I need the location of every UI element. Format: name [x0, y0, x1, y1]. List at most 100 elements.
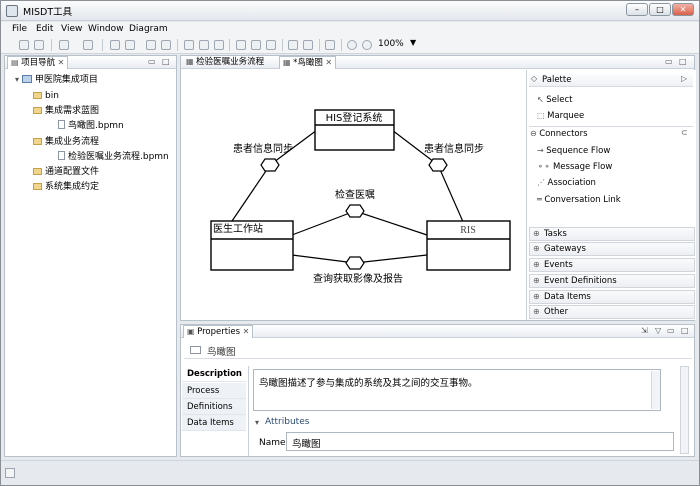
properties-scrollbar[interactable] — [680, 366, 689, 454]
description-textarea[interactable]: 鸟瞰图描述了参与集成的系统及其之间的交互事物。 — [253, 369, 661, 411]
minimize-view-icon[interactable]: ▭ — [148, 57, 156, 66]
editor-tab-bar: ▦ 检验医嘱业务流程 ▦ *鸟瞰图 ✕ ▭ □ — [181, 56, 694, 69]
conversation-node[interactable] — [345, 256, 365, 270]
edge-doctor-ris-bottom[interactable] — [291, 254, 356, 264]
node-label-ris: RIS — [460, 225, 476, 236]
navigator-icon: ▤ — [11, 58, 22, 67]
palette-tool-conversation-link[interactable]: ═ Conversation Link — [537, 194, 621, 206]
close-icon[interactable]: ✕ — [55, 58, 65, 67]
menu-window[interactable]: Window — [88, 24, 124, 34]
drawer-pin-icon[interactable]: ⊂ — [681, 128, 688, 137]
conversation-node[interactable] — [428, 158, 448, 172]
cut-icon[interactable] — [110, 40, 120, 50]
palette-tool-marquee[interactable]: ⬚ Marquee — [537, 110, 584, 122]
menu-diagram[interactable]: Diagram — [129, 24, 168, 34]
tree-item-processes[interactable]: 集成业务流程 — [33, 136, 99, 148]
delete-icon[interactable] — [161, 40, 171, 50]
palette-icon: ◇ — [531, 74, 538, 83]
edge-doctor-ris-top[interactable] — [291, 210, 356, 236]
palette-drawer-other[interactable]: ⊕ Other — [529, 305, 695, 319]
tree-item-order-process-bpmn[interactable]: 检验医嘱业务流程.bpmn — [58, 151, 169, 163]
tab-overview[interactable]: ▦ *鸟瞰图 ✕ — [279, 56, 337, 69]
pin-icon[interactable]: ⇲ — [641, 326, 648, 335]
tree-item-project[interactable]: ▾ 甲医院集成项目 — [15, 74, 98, 86]
toolbar-separator — [341, 39, 342, 51]
palette-tool-select[interactable]: ↖ Select — [537, 94, 572, 106]
tab-order-process[interactable]: ▦ 检验医嘱业务流程 — [183, 56, 267, 69]
palette-drawer-tasks[interactable]: ⊕ Tasks — [529, 227, 695, 241]
minimize-view-icon[interactable]: ▭ — [665, 57, 673, 66]
properties-tab-description[interactable]: Description — [182, 366, 246, 382]
attributes-collapse-icon[interactable]: ▾ — [255, 418, 259, 427]
align-middle-icon[interactable] — [251, 40, 261, 50]
edge-label-top: 检查医嘱 — [335, 188, 375, 201]
description-scrollbar[interactable] — [651, 371, 660, 409]
zoom-in-icon[interactable] — [362, 40, 372, 50]
layout-icon[interactable] — [325, 40, 335, 50]
menu-edit[interactable]: Edit — [36, 24, 53, 34]
tree-item-bin[interactable]: bin — [33, 90, 59, 102]
align-right-icon[interactable] — [214, 40, 224, 50]
edge-his-doctor[interactable] — [229, 164, 271, 225]
align-left-icon[interactable] — [184, 40, 194, 50]
conversation-node[interactable] — [260, 158, 280, 172]
zoom-dropdown-icon[interactable]: ▼ — [410, 38, 416, 47]
folder-icon — [33, 138, 42, 145]
collapse-icon[interactable]: ▾ — [15, 75, 19, 84]
redo-icon[interactable] — [83, 40, 93, 50]
maximize-view-icon[interactable]: □ — [162, 57, 170, 66]
maximize-view-icon[interactable]: □ — [679, 57, 687, 66]
tree-item-requirements[interactable]: 集成需求蓝图 — [33, 105, 99, 117]
align-top-icon[interactable] — [236, 40, 246, 50]
palette-tool-message-flow[interactable]: ⚬⚬ Message Flow — [537, 161, 612, 173]
tab-properties[interactable]: ▣ Properties ✕ — [183, 325, 254, 338]
properties-tab-process[interactable]: Process — [182, 383, 246, 399]
edge-doctor-ris-top[interactable] — [354, 210, 428, 236]
close-button[interactable]: ✕ — [672, 3, 694, 16]
close-icon[interactable]: ✕ — [240, 327, 250, 336]
association-icon: ⋰ — [537, 178, 548, 187]
palette-tool-sequence-flow[interactable]: → Sequence Flow — [537, 145, 610, 157]
palette-drawer-event-definitions[interactable]: ⊕ Event Definitions — [529, 274, 695, 288]
edge-his-ris[interactable] — [437, 164, 465, 225]
diagram-canvas[interactable]: HIS登记系统 医生工作站 RIS 患者信息同步 患者信息同步 检查医嘱 查询获… — [182, 70, 525, 320]
save-icon[interactable] — [34, 40, 44, 50]
tree-item-integration-rules[interactable]: 系统集成约定 — [33, 181, 99, 193]
palette-drawer-data-items[interactable]: ⊕ Data Items — [529, 290, 695, 304]
tab-project-navigator[interactable]: ▤ 项目导航 ✕ — [7, 56, 69, 69]
align-bottom-icon[interactable] — [266, 40, 276, 50]
align-center-icon[interactable] — [199, 40, 209, 50]
edge-doctor-ris-bottom[interactable] — [354, 254, 428, 264]
maximize-button[interactable]: □ — [649, 3, 671, 16]
fast-view-icon[interactable] — [5, 468, 15, 478]
name-field[interactable]: 鸟瞰图 — [286, 432, 674, 451]
undo-icon[interactable] — [59, 40, 69, 50]
new-icon[interactable] — [19, 40, 29, 50]
view-menu-icon[interactable]: ▽ — [655, 326, 661, 335]
sequence-flow-icon: → — [537, 146, 547, 155]
tree-item-channel-config[interactable]: 通道配置文件 — [33, 166, 99, 178]
palette-tool-association[interactable]: ⋰ Association — [537, 177, 596, 189]
conversation-node[interactable] — [345, 204, 365, 218]
match-height-icon[interactable] — [303, 40, 313, 50]
menu-view[interactable]: View — [61, 24, 82, 34]
toolbar-separator — [102, 39, 103, 51]
zoom-level[interactable]: 100% — [378, 39, 404, 49]
properties-tab-definitions[interactable]: Definitions — [182, 399, 246, 415]
maximize-view-icon[interactable]: □ — [681, 326, 689, 335]
zoom-out-icon[interactable] — [347, 40, 357, 50]
paste-icon[interactable] — [146, 40, 156, 50]
close-icon[interactable]: ✕ — [323, 58, 332, 67]
palette-drawer-events[interactable]: ⊕ Events — [529, 258, 695, 272]
project-icon — [21, 75, 32, 83]
palette-collapse-icon[interactable]: ▷ — [681, 74, 687, 83]
palette-drawer-gateways[interactable]: ⊕ Gateways — [529, 242, 695, 256]
palette-drawer-connectors[interactable]: ⊖ Connectors — [530, 128, 588, 140]
tree-item-overview-bpmn[interactable]: 鸟瞰图.bpmn — [58, 120, 124, 132]
properties-tab-data-items[interactable]: Data Items — [182, 415, 246, 431]
copy-icon[interactable] — [125, 40, 135, 50]
menu-file[interactable]: File — [12, 24, 27, 34]
match-width-icon[interactable] — [288, 40, 298, 50]
minimize-view-icon[interactable]: ▭ — [667, 326, 675, 335]
minimize-button[interactable]: – — [626, 3, 648, 16]
